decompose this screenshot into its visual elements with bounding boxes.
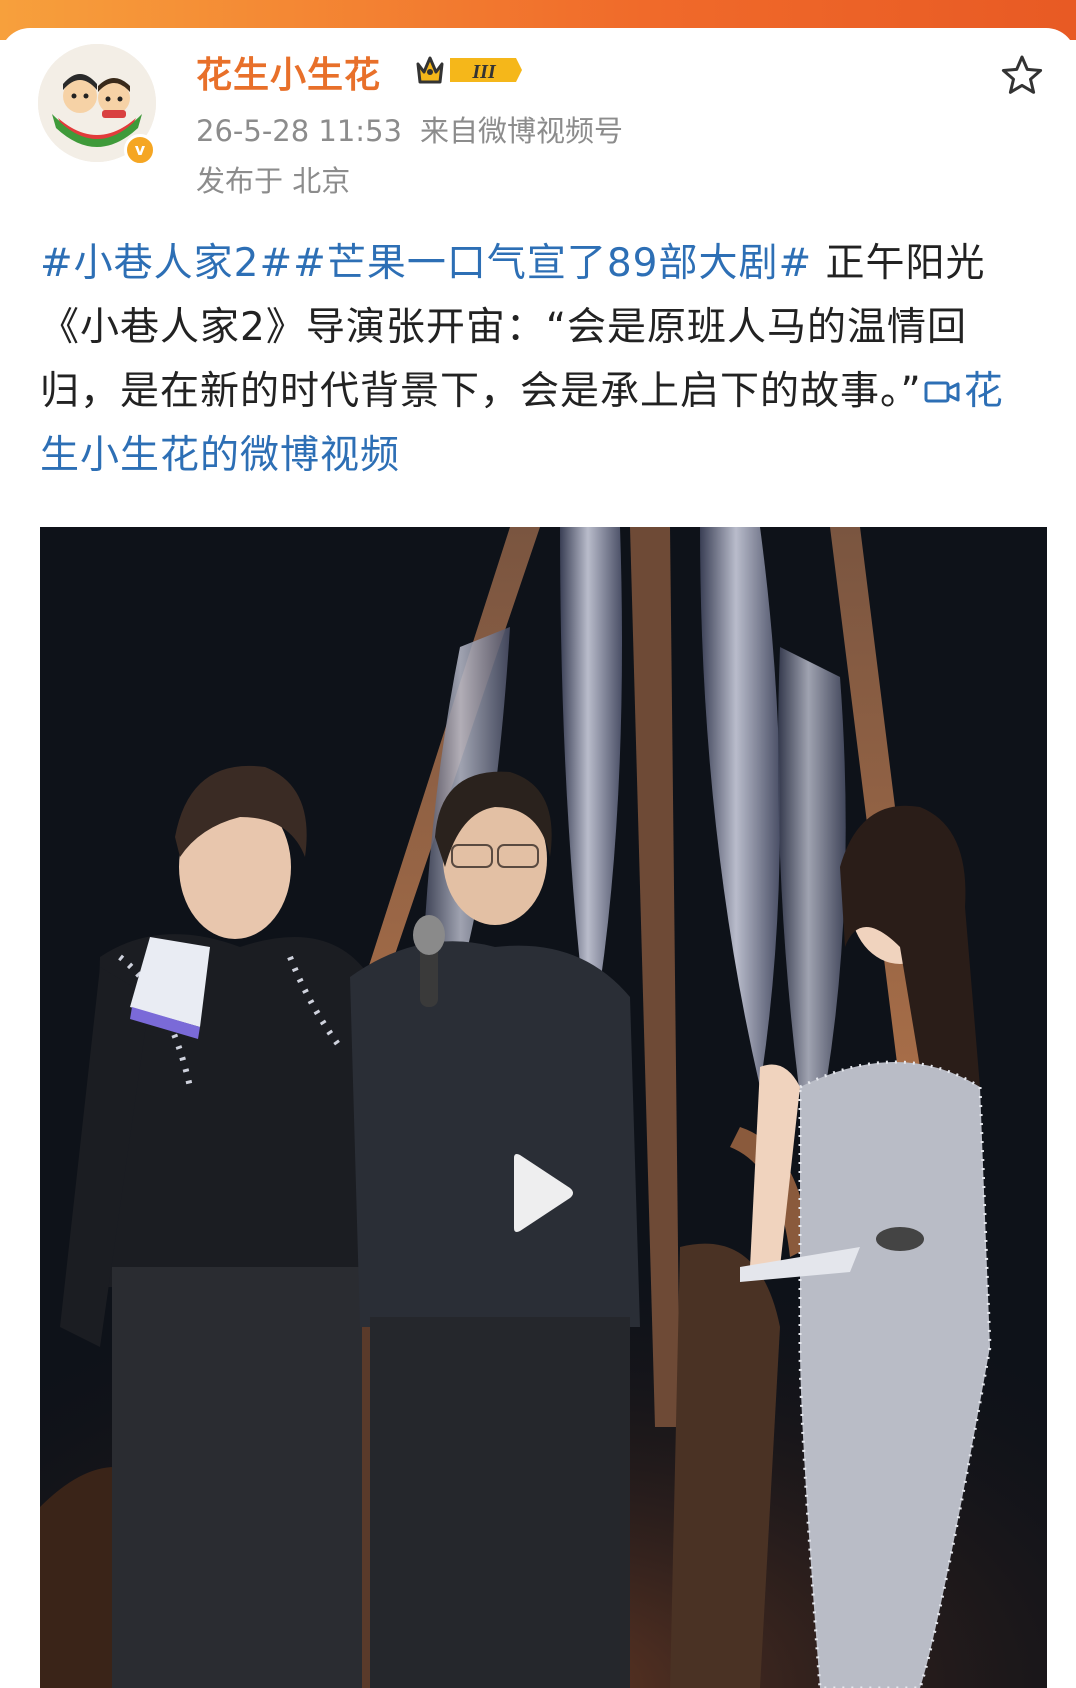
vip-level: III [471,61,497,83]
post-location: 发布于 北京 [196,164,351,198]
hashtag-link[interactable]: #芒果一口气宣了89部大剧# [293,241,812,286]
verified-badge-icon: v [124,134,156,166]
star-icon[interactable] [998,52,1046,100]
video-icon [924,381,960,403]
avatar[interactable]: v [38,44,156,166]
post-timestamp: 26-5-28 11:53 [196,114,402,148]
post-source[interactable]: 来自微博视频号 [420,114,623,148]
play-icon[interactable] [506,1152,576,1234]
vip-crown-icon[interactable]: III [410,50,524,90]
post-meta: 26-5-28 11:53 来自微博视频号 [196,108,641,150]
hashtag-link[interactable]: #小巷人家2# [40,241,293,286]
video-thumbnail[interactable] [40,527,1047,1688]
post-text: #小巷人家2##芒果一口气宣了89部大剧# 正午阳光《小巷人家2》导演张开宙：“… [40,232,1040,488]
username[interactable]: 花生小生花 [196,46,381,98]
